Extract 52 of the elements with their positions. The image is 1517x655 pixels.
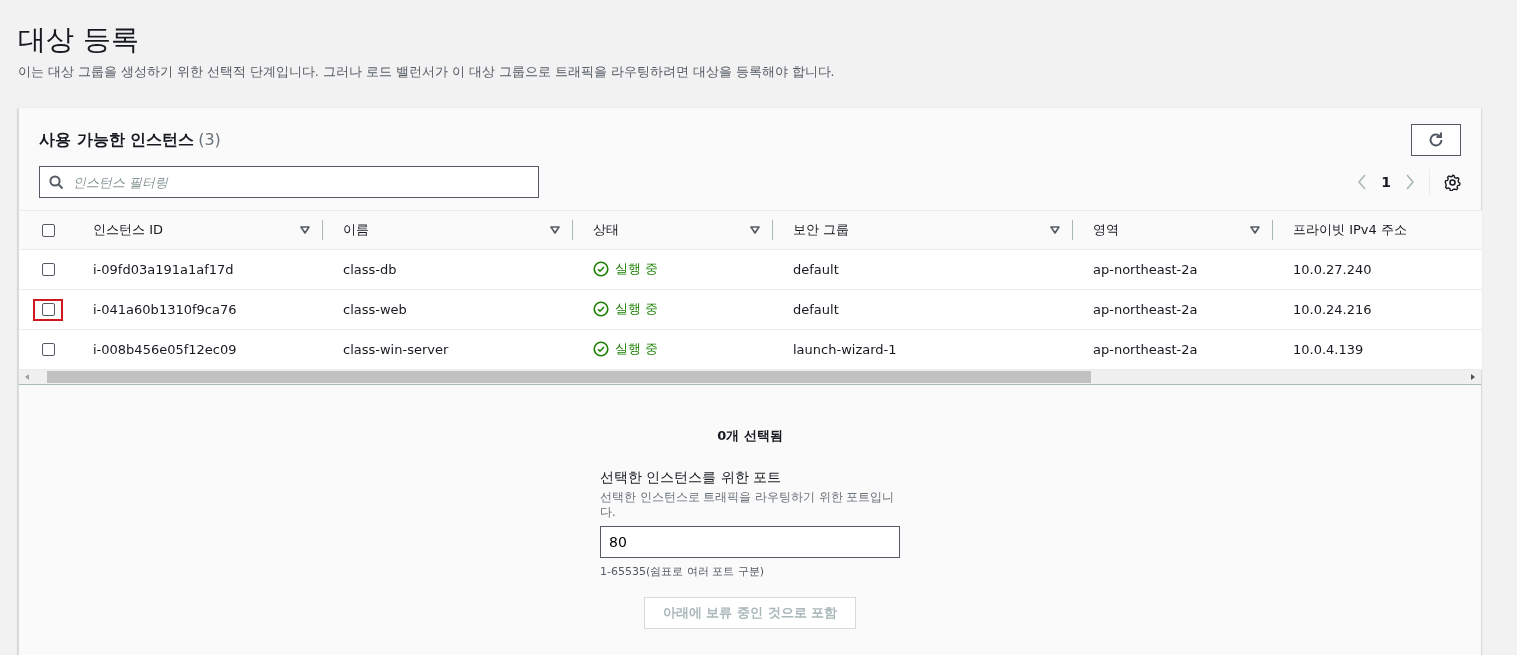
table-cell: launch-wizard-1 <box>793 342 897 357</box>
port-hint: 선택한 인스턴스로 트래픽을 라우팅하기 위한 포트입니다. <box>600 490 896 520</box>
settings-icon[interactable] <box>1444 173 1461 191</box>
row-checkbox[interactable] <box>41 263 55 276</box>
sort-icon[interactable] <box>1050 226 1060 234</box>
table-cell: i-008b456e05f12ec09 <box>93 342 237 357</box>
status-text: 실행 중 <box>615 259 659 278</box>
sort-icon[interactable] <box>300 226 310 234</box>
table-cell: 10.0.27.240 <box>1293 262 1372 277</box>
table-cell: class-web <box>343 302 407 317</box>
table-cell: class-win-server <box>343 342 449 357</box>
column-header[interactable]: 인스턴스 ID <box>73 221 300 239</box>
check-circle-icon <box>593 300 609 317</box>
table-cell: i-041a60b1310f9ca76 <box>93 302 237 317</box>
selected-count: 0개 선택됨 <box>717 427 783 445</box>
panel-title: 사용 가능한 인스턴스 <box>39 129 195 149</box>
port-label: 선택한 인스턴스를 위한 포트 <box>600 469 782 487</box>
horizontal-scrollbar[interactable] <box>19 370 1481 385</box>
table-cell: ap-northeast-2a <box>1093 342 1198 357</box>
select-all-checkbox[interactable] <box>41 223 55 237</box>
sort-icon[interactable] <box>750 226 760 234</box>
row-checkbox[interactable] <box>41 303 55 316</box>
sort-icon[interactable] <box>550 226 560 234</box>
column-header[interactable]: 상태 <box>573 221 750 239</box>
port-range-hint: 1-65535(쉼표로 여러 포트 구분) <box>600 564 766 579</box>
table-cell: i-09fd03a191a1af17d <box>93 262 234 277</box>
column-header[interactable]: 보안 그룹 <box>773 221 1050 239</box>
check-circle-icon <box>593 340 609 357</box>
column-header[interactable]: 이름 <box>323 221 550 239</box>
page-description: 이는 대상 그룹을 생성하기 위한 선택적 단계입니다. 그러나 로드 밸런서가 이 대상 그룹으로 트래픽을 라우팅하려면 대상을 등록해야 합니다. <box>18 64 836 81</box>
column-header[interactable]: 프라이빗 IPv4 주소 <box>1273 221 1482 239</box>
scroll-right-icon[interactable] <box>1469 373 1477 381</box>
table-cell: ap-northeast-2a <box>1093 262 1198 277</box>
check-circle-icon <box>593 260 609 277</box>
table-cell: default <box>793 262 839 277</box>
sort-icon[interactable] <box>1250 226 1260 234</box>
page-number[interactable]: 1 <box>1381 174 1391 190</box>
column-header[interactable]: 영역 <box>1073 221 1250 239</box>
status-text: 실행 중 <box>615 339 659 358</box>
refresh-button[interactable] <box>1411 124 1461 156</box>
port-field[interactable]: 80 <box>600 526 900 558</box>
refresh-icon <box>1427 131 1445 149</box>
table-cell: 10.0.4.139 <box>1293 342 1364 357</box>
filter-field[interactable]: 인스턴스 필터링 <box>39 166 539 198</box>
table-cell: ap-northeast-2a <box>1093 302 1198 317</box>
instance-count: (3) <box>198 129 221 149</box>
status-text: 실행 중 <box>615 299 659 318</box>
table-cell: default <box>793 302 839 317</box>
row-checkbox[interactable] <box>41 343 55 356</box>
table-cell: 10.0.24.216 <box>1293 302 1372 317</box>
page-title: 대상 등록 <box>18 22 140 58</box>
table-cell: class-db <box>343 262 397 277</box>
